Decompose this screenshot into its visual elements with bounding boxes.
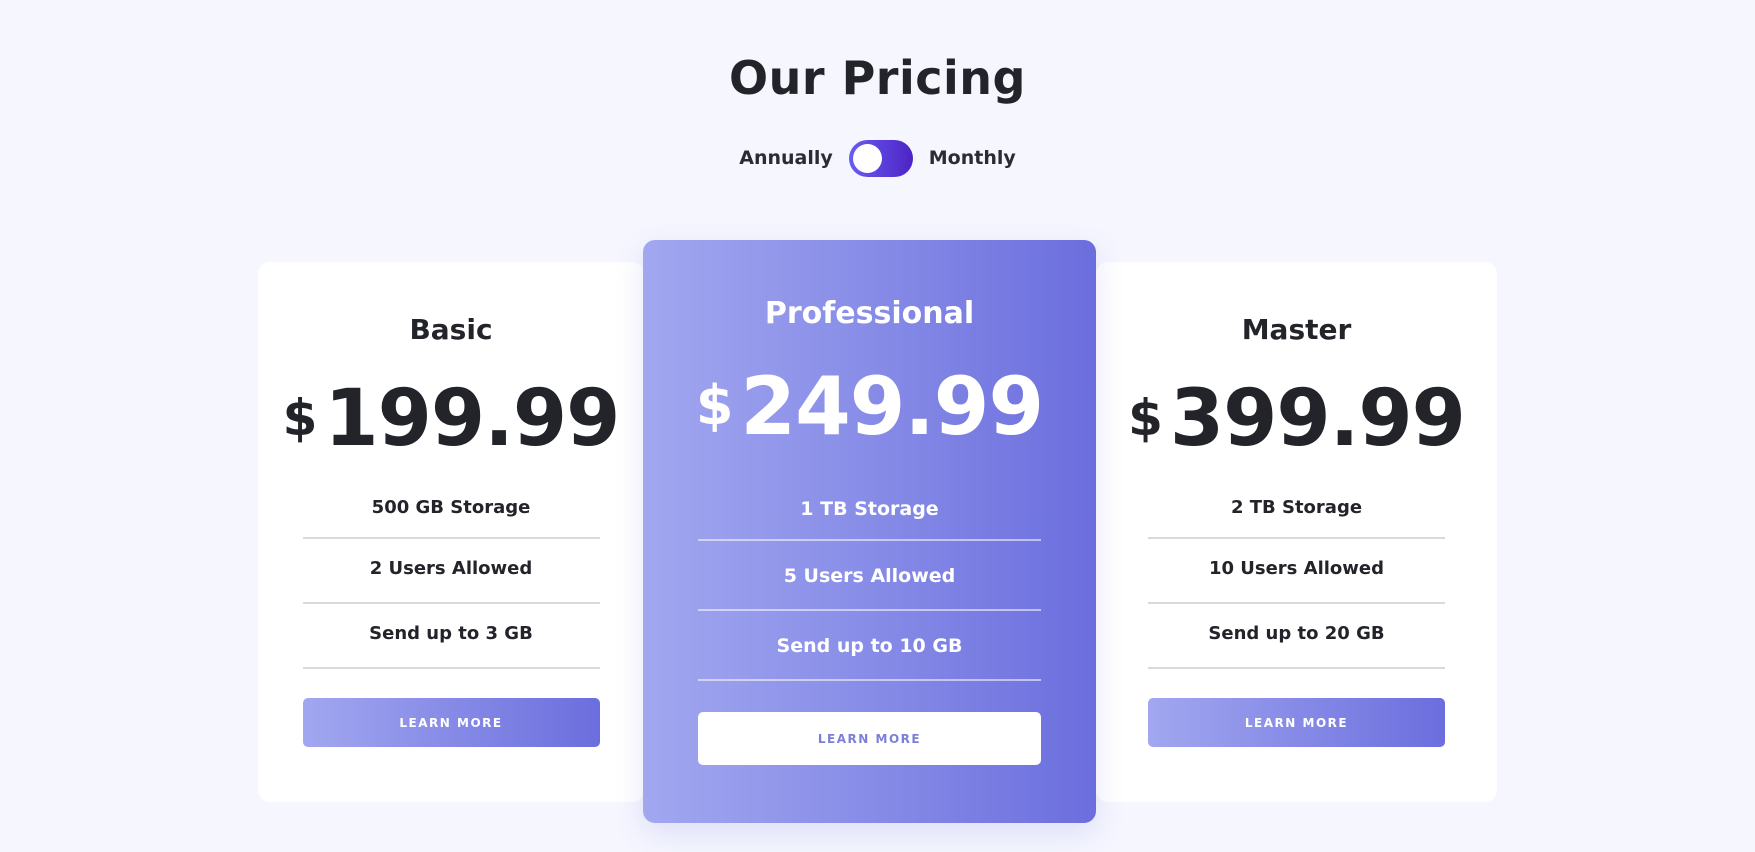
learn-more-button-professional[interactable]: LEARN MORE <box>698 712 1041 765</box>
price-amount: 249.99 <box>740 360 1044 453</box>
price-amount: 399.99 <box>1169 374 1466 464</box>
toggle-label-annually[interactable]: Annually <box>739 147 833 169</box>
price-amount: 199.99 <box>324 374 620 464</box>
feature-item: 2 Users Allowed <box>302 539 600 604</box>
toggle-label-monthly[interactable]: Monthly <box>929 147 1016 169</box>
billing-toggle: Annually Monthly <box>0 138 1755 178</box>
plan-name: Basic <box>409 313 493 346</box>
pricing-card-master: Master $ 399.99 2 TB Storage 10 Users Al… <box>1096 262 1497 802</box>
plan-name: Master <box>1241 313 1352 346</box>
learn-more-button-basic[interactable]: LEARN MORE <box>302 698 600 747</box>
plan-name: Professional <box>764 296 975 331</box>
pricing-card-professional: Professional $ 249.99 1 TB Storage 5 Use… <box>643 240 1096 823</box>
page-title: Our Pricing <box>729 51 1026 105</box>
billing-toggle-switch[interactable] <box>848 139 913 177</box>
feature-list: 500 GB Storage 2 Users Allowed Send up t… <box>302 484 600 669</box>
pricing-card-basic: Basic $ 199.99 500 GB Storage 2 Users Al… <box>258 262 644 802</box>
currency-symbol: $ <box>695 374 734 437</box>
feature-item: 5 Users Allowed <box>698 541 1041 611</box>
toggle-knob <box>852 143 882 173</box>
feature-item: Send up to 10 GB <box>698 611 1041 681</box>
feature-list: 2 TB Storage 10 Users Allowed Send up to… <box>1148 484 1445 669</box>
learn-more-button-master[interactable]: LEARN MORE <box>1148 698 1445 747</box>
plan-price: $ 249.99 <box>643 362 1096 454</box>
plan-price: $ 399.99 <box>1096 374 1497 464</box>
plan-price: $ 199.99 <box>258 374 644 464</box>
currency-symbol: $ <box>1128 389 1163 447</box>
feature-item: 1 TB Storage <box>698 484 1041 541</box>
feature-item: 2 TB Storage <box>1148 484 1445 539</box>
feature-item: 500 GB Storage <box>302 484 600 539</box>
currency-symbol: $ <box>282 389 318 447</box>
feature-item: 10 Users Allowed <box>1148 539 1445 604</box>
feature-item: Send up to 3 GB <box>302 604 600 669</box>
feature-item: Send up to 20 GB <box>1148 604 1445 669</box>
feature-list: 1 TB Storage 5 Users Allowed Send up to … <box>698 484 1041 681</box>
